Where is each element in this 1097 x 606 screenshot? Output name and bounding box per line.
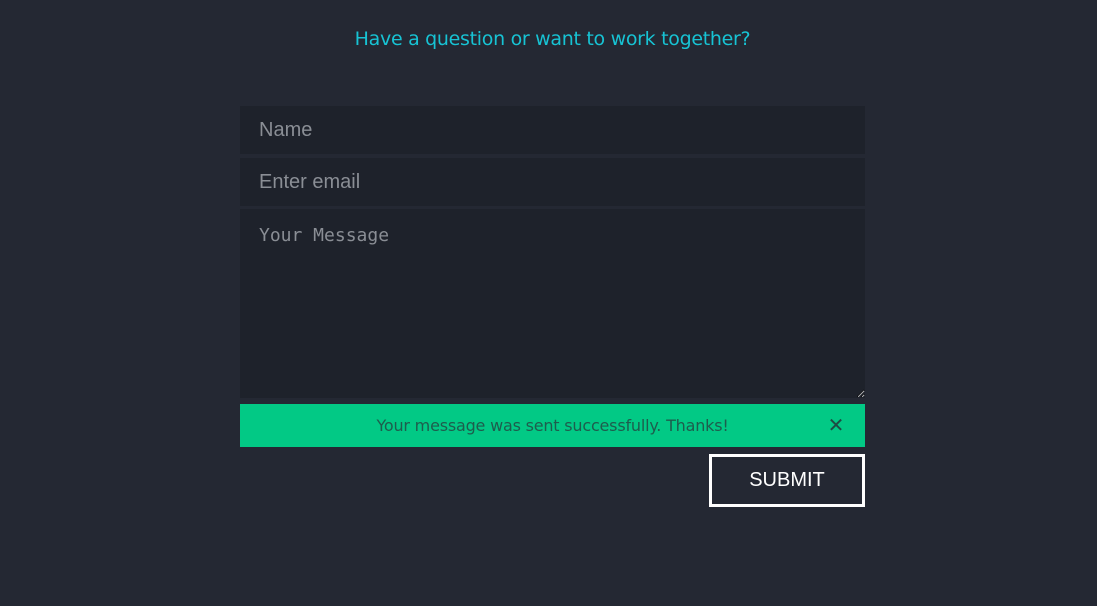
name-input[interactable] [240,106,865,154]
email-input[interactable] [240,158,865,206]
message-textarea[interactable] [240,209,865,398]
contact-form [240,106,865,398]
close-icon[interactable]: ✕ [825,414,847,436]
submit-button[interactable]: SUBMIT [709,454,865,507]
success-alert-message: Your message was sent successfully. Than… [376,416,729,435]
contact-heading: Have a question or want to work together… [354,28,751,50]
success-alert: Your message was sent successfully. Than… [240,404,865,447]
